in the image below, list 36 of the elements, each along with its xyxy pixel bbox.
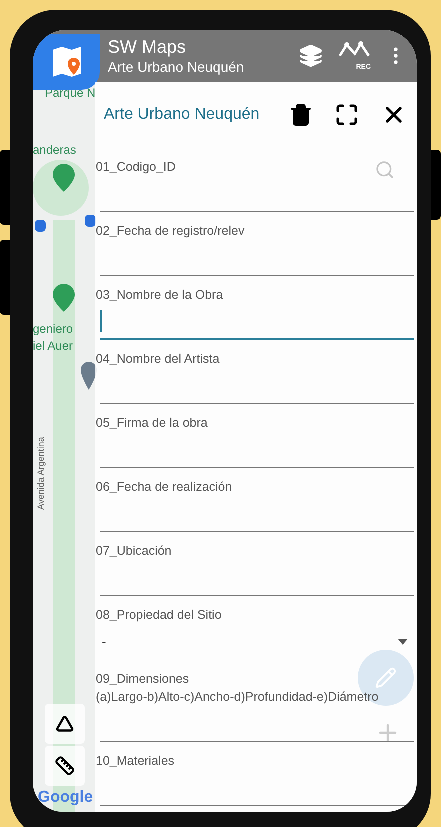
field-label: 04_Nombre del Artista [95, 351, 220, 368]
tool-button[interactable] [45, 746, 85, 786]
field-label: 07_Ubicación [95, 543, 172, 560]
map-label: iel Auer [33, 340, 74, 352]
text-cursor [100, 310, 102, 332]
caret-icon [398, 638, 408, 644]
map-label: Parque N [45, 87, 96, 99]
dropdown-value: - [101, 632, 106, 651]
bus-stop-icon [35, 220, 46, 232]
track-icon [337, 41, 371, 59]
field-label: 03_Nombre de la Obra [95, 287, 224, 304]
tool-button[interactable] [45, 704, 85, 744]
layers-icon[interactable] [299, 44, 323, 68]
tree-pin-icon [53, 164, 75, 192]
pencil-icon [375, 667, 397, 689]
app-title: SW Maps [108, 36, 188, 58]
field-label: 08_Propiedad del Sitio [95, 607, 222, 624]
map-attribution: Google [38, 788, 94, 808]
field-label: 06_Fecha de realización [95, 479, 232, 496]
fullscreen-icon[interactable] [335, 103, 359, 127]
app-subtitle: Arte Urbano Neuquén [108, 58, 244, 76]
bus-stop-icon [85, 215, 96, 227]
map-label: geniero [33, 323, 74, 335]
map-pin-icon [81, 362, 97, 390]
field-label: 02_Fecha de registro/relev [95, 223, 245, 240]
delete-icon[interactable] [289, 103, 313, 127]
field-label: 09_Dimensiones (a)Largo-b)Alto-c)Ancho-d)Profundidad-e)Diámetro [95, 671, 379, 706]
field-label: 01_Codigo_ID [95, 159, 176, 176]
map-label: anderas [33, 144, 76, 156]
field-label: 05_Firma de la obra [95, 415, 208, 432]
map-label: Avenida Argentina [37, 437, 46, 510]
field-label: 10_Materiales [95, 753, 175, 770]
form-title: Arte Urbano Neuquén [104, 105, 260, 125]
tree-pin-icon [53, 284, 75, 312]
dropdown-field[interactable]: - [100, 624, 414, 660]
ruler-icon [55, 756, 75, 776]
